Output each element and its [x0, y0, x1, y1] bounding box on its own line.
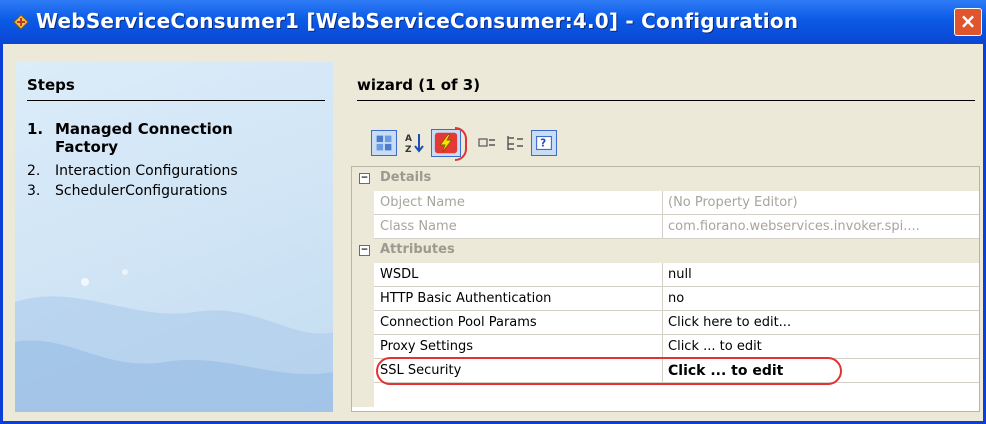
property-name: Object Name — [380, 195, 465, 210]
wizard-title: wizard (1 of 3) — [357, 76, 481, 94]
categorized-icon[interactable] — [371, 130, 397, 156]
property-name: HTTP Basic Authentication — [380, 291, 552, 306]
property-grid: − Details Object Name (No Property Edito… — [351, 166, 980, 412]
property-name: Proxy Settings — [380, 339, 474, 354]
column-splitter — [662, 311, 663, 335]
help-icon[interactable]: ? — [531, 130, 557, 156]
step-number: 3. — [27, 183, 41, 199]
collapse-toggle-icon[interactable]: − — [359, 245, 370, 256]
row-gutter — [352, 383, 374, 407]
property-row-http-basic-auth[interactable]: HTTP Basic Authentication no — [352, 287, 979, 311]
svg-text:A: A — [405, 134, 412, 144]
category-label: Details — [380, 170, 432, 185]
column-splitter — [662, 191, 663, 215]
row-gutter — [352, 263, 374, 287]
wizard-divider — [357, 100, 975, 101]
row-gutter — [352, 215, 374, 239]
close-icon: × — [959, 9, 977, 33]
step-number: 1. — [27, 120, 44, 138]
property-value[interactable]: Click ... to edit — [668, 339, 973, 354]
property-row-wsdl[interactable]: WSDL null — [352, 263, 979, 287]
step-number: 2. — [27, 163, 41, 179]
steps-heading: Steps — [27, 76, 75, 94]
expand-icon[interactable] — [475, 130, 501, 156]
step-label: Interaction Configurations — [55, 163, 238, 179]
property-row-connection-pool[interactable]: Connection Pool Params Click here to edi… — [352, 311, 979, 335]
category-attributes[interactable]: − Attributes — [352, 239, 979, 263]
category-details[interactable]: − Details — [352, 167, 979, 191]
row-gutter — [352, 359, 374, 383]
svg-text:?: ? — [540, 139, 546, 150]
property-value[interactable]: no — [668, 291, 973, 306]
column-splitter — [662, 263, 663, 287]
configuration-window: WebServiceConsumer1 [WebServiceConsumer:… — [0, 0, 986, 424]
close-button[interactable]: × — [954, 8, 982, 36]
property-value[interactable]: Click here to edit... — [668, 315, 973, 330]
steps-panel: Steps 1. Managed Connection Factory 2. I… — [15, 62, 333, 412]
column-splitter — [662, 287, 663, 311]
sort-alphabetical-icon[interactable]: A Z — [401, 130, 427, 156]
property-name: Connection Pool Params — [380, 315, 537, 330]
column-splitter — [662, 335, 663, 359]
property-value: com.fiorano.webservices.invoker.spi.... — [668, 219, 920, 234]
property-name: Class Name — [380, 219, 457, 234]
property-row-proxy-settings[interactable]: Proxy Settings Click ... to edit — [352, 335, 979, 359]
steps-divider — [27, 100, 325, 101]
step-label: SchedulerConfigurations — [55, 183, 228, 199]
row-gutter — [352, 335, 374, 359]
property-value[interactable]: null — [668, 267, 973, 282]
step-label: Managed Connection Factory — [55, 120, 233, 156]
svg-text:Z: Z — [405, 145, 412, 155]
row-gutter — [352, 191, 374, 215]
wizard-panel: wizard (1 of 3) A Z ? − Details Object N… — [343, 62, 983, 412]
title-bar[interactable]: WebServiceConsumer1 [WebServiceConsumer:… — [0, 0, 986, 44]
highlight-circle — [455, 127, 467, 161]
property-row-class-name[interactable]: Class Name com.fiorano.webservices.invok… — [352, 215, 979, 239]
highlight-oval — [376, 357, 842, 385]
window-title: WebServiceConsumer1 [WebServiceConsumer:… — [36, 9, 799, 33]
property-value: (No Property Editor) — [668, 195, 798, 210]
app-icon — [13, 14, 29, 30]
column-splitter — [662, 215, 663, 239]
collapse-icon[interactable] — [503, 130, 529, 156]
property-row-object-name[interactable]: Object Name (No Property Editor) — [352, 191, 979, 215]
category-label: Attributes — [380, 242, 455, 257]
decorative-background — [15, 269, 333, 412]
row-gutter — [352, 287, 374, 311]
property-name: WSDL — [380, 267, 419, 282]
collapse-toggle-icon[interactable]: − — [359, 173, 370, 184]
property-row-empty — [352, 383, 979, 407]
row-gutter — [352, 311, 374, 335]
